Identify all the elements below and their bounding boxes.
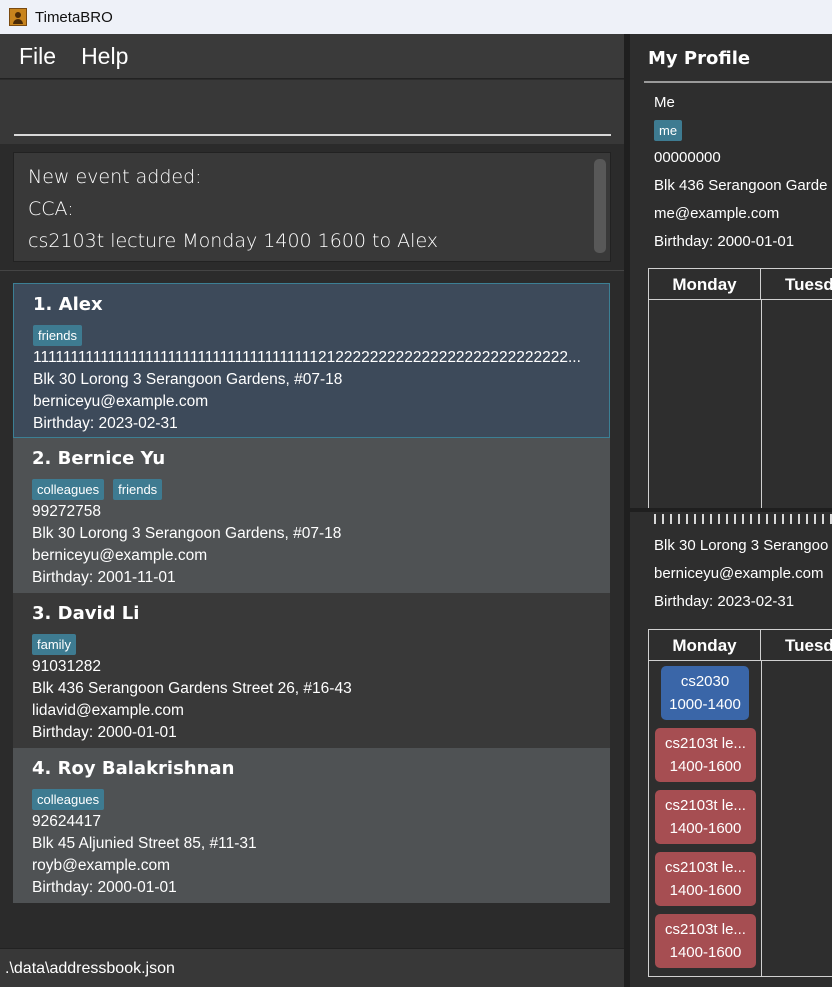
person-name: 3. David Li xyxy=(32,603,140,624)
person-phone: 92624417 xyxy=(32,813,101,830)
person-email: lidavid@example.com xyxy=(32,702,184,719)
tag: friends xyxy=(33,325,83,346)
event-block[interactable]: cs2103t le... 1400-1600 xyxy=(655,852,756,906)
person-birthday: Birthday: 2000-01-01 xyxy=(32,879,177,896)
tag-list: friends xyxy=(33,325,609,347)
profile-birthday: Birthday: 2000-01-01 xyxy=(654,233,795,250)
result-display: New event added: CCA: cs2103t lecture Mo… xyxy=(13,152,611,262)
profile-email: me@example.com xyxy=(654,205,780,222)
person-email: royb@example.com xyxy=(32,857,171,874)
event-block[interactable]: cs2103t le... 1400-1600 xyxy=(655,728,756,782)
person-address: Blk 45 Aljunied Street 85, #11-31 xyxy=(32,835,257,852)
event-time: 1400-1600 xyxy=(669,882,742,899)
profile-address: Blk 436 Serangoon Garde xyxy=(654,177,828,194)
result-line: New event added: xyxy=(28,166,202,188)
result-line: cs2103t lecture Monday 1400 1600 to Alex xyxy=(28,230,439,252)
profile-title: My Profile xyxy=(648,48,751,69)
main-pane: File Help New event added: CCA: cs2103t … xyxy=(0,34,624,987)
person-email: berniceyu@example.com xyxy=(33,393,209,410)
profile-pane: My Profile Me me 00000000 Blk 436 Serang… xyxy=(630,34,832,987)
person-address: Blk 30 Lorong 3 Serangoon Gardens, #07-1… xyxy=(33,371,343,388)
tag: family xyxy=(32,634,76,655)
title-bar: TimetaBRO xyxy=(0,0,832,34)
menu-bar: File Help xyxy=(0,34,624,79)
event-block[interactable]: cs2103t le... 1400-1600 xyxy=(655,790,756,844)
profile-phone: 00000000 xyxy=(654,149,721,166)
event-time: 1400-1600 xyxy=(669,944,742,961)
result-line: CCA: xyxy=(28,198,74,220)
command-box xyxy=(0,80,624,144)
timetable-header-monday: Monday xyxy=(649,269,761,299)
timetable-header-tuesday: Tuesd xyxy=(785,275,832,294)
person-birthday: Birthday: 2000-01-01 xyxy=(32,724,177,741)
person-card[interactable]: 3. David Li family 91031282 Blk 436 Sera… xyxy=(13,593,610,748)
event-block[interactable]: cs2103t le... 1400-1600 xyxy=(655,914,756,968)
timetable-header-monday: Monday xyxy=(649,630,761,660)
tag-list: family xyxy=(32,634,610,656)
tag: friends xyxy=(113,479,163,500)
tag-list: colleagues xyxy=(32,789,610,811)
event-name: cs2103t le... xyxy=(665,735,746,752)
person-name: 1. Alex xyxy=(33,294,103,315)
event-name: cs2103t le... xyxy=(665,921,746,938)
event-block[interactable]: cs2030 1000-1400 xyxy=(661,666,749,720)
result-scrollbar[interactable] xyxy=(594,159,606,253)
timetable-header-tuesday: Tuesd xyxy=(785,636,832,655)
tag: colleagues xyxy=(32,789,105,810)
command-input[interactable] xyxy=(14,80,611,136)
event-time: 1000-1400 xyxy=(669,696,741,713)
profile-timetable: Monday Tuesd xyxy=(648,268,832,512)
person-birthday: Birthday: 2023-02-31 xyxy=(33,415,178,432)
person-address: Blk 30 Lorong 3 Serangoon Gardens, #07-1… xyxy=(32,525,342,542)
person-phone: 1111111111111111111111111111111111111121… xyxy=(33,349,581,366)
menu-help[interactable]: Help xyxy=(81,43,128,70)
person-phone: 99272758 xyxy=(32,503,101,520)
person-address: Blk 436 Serangoon Gardens Street 26, #16… xyxy=(32,680,352,697)
person-phone: 91031282 xyxy=(32,658,101,675)
event-name: cs2103t le... xyxy=(665,797,746,814)
person-card[interactable]: 1. Alex friends 111111111111111111111111… xyxy=(13,283,610,438)
contact-book-icon xyxy=(9,8,27,26)
menu-file[interactable]: File xyxy=(19,43,56,70)
event-time: 1400-1600 xyxy=(669,820,742,837)
event-time: 1400-1600 xyxy=(669,758,742,775)
detail-timetable: Monday Tuesd cs2030 1000-1400 cs2103t le… xyxy=(648,629,832,977)
tag-list: colleagues friends xyxy=(32,479,610,501)
person-card[interactable]: 4. Roy Balakrishnan colleagues 92624417 … xyxy=(13,748,610,903)
detail-email: berniceyu@example.com xyxy=(654,565,824,582)
status-bar: .\data\addressbook.json xyxy=(0,948,624,987)
profile-name: Me xyxy=(654,94,675,111)
window-title: TimetaBRO xyxy=(35,8,113,26)
tag: colleagues xyxy=(32,479,105,500)
profile-divider xyxy=(644,81,832,83)
detail-address: Blk 30 Lorong 3 Serangoo xyxy=(654,537,829,554)
person-name: 2. Bernice Yu xyxy=(32,448,166,469)
person-name: 4. Roy Balakrishnan xyxy=(32,758,235,779)
person-birthday: Birthday: 2001-11-01 xyxy=(32,569,176,586)
event-name: cs2030 xyxy=(680,673,730,690)
truncated-phone-ticks xyxy=(654,514,832,524)
person-card[interactable]: 2. Bernice Yu colleagues friends 9927275… xyxy=(13,438,610,593)
profile-split-divider[interactable] xyxy=(630,508,832,512)
event-name: cs2103t le... xyxy=(665,859,746,876)
person-list: 1. Alex friends 111111111111111111111111… xyxy=(0,270,624,942)
profile-tag: me xyxy=(654,120,683,141)
save-location: .\data\addressbook.json xyxy=(5,960,175,977)
detail-birthday: Birthday: 2023-02-31 xyxy=(654,593,795,610)
person-email: berniceyu@example.com xyxy=(32,547,208,564)
